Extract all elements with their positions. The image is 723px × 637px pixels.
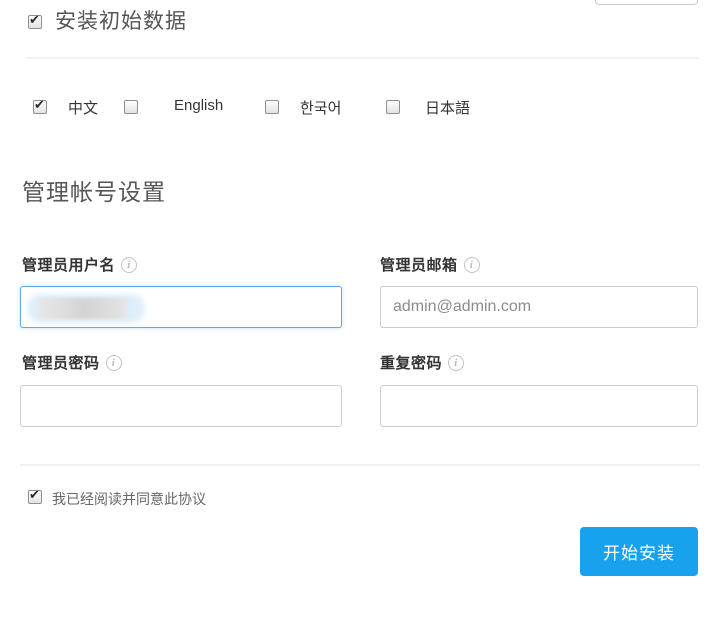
check-icon: ✔ <box>29 13 40 27</box>
info-icon[interactable]: i <box>464 257 480 273</box>
info-icon[interactable]: i <box>448 355 464 371</box>
check-icon: ✔ <box>34 98 45 112</box>
language-checkbox-ja[interactable] <box>386 100 400 114</box>
repeat-password-label: 重复密码 i <box>380 352 464 373</box>
language-label-en: English <box>174 97 223 114</box>
language-label-ko: 한국어 <box>300 97 341 118</box>
install-initial-data-label: 安装初始数据 <box>55 5 187 35</box>
divider-top <box>26 57 699 59</box>
admin-password-input[interactable] <box>20 385 342 427</box>
admin-username-label: 管理员用户名 i <box>22 254 137 275</box>
start-install-button[interactable]: 开始安装 <box>580 527 698 576</box>
language-label-ja: 日本語 <box>425 97 470 118</box>
admin-email-input[interactable] <box>380 286 698 328</box>
admin-username-input[interactable] <box>20 286 342 328</box>
language-checkbox-ko[interactable] <box>265 100 279 114</box>
admin-password-label-text: 管理员密码 <box>22 352 100 373</box>
admin-section-title: 管理帐号设置 <box>22 173 166 207</box>
install-initial-data-checkbox[interactable]: ✔ <box>28 15 42 29</box>
repeat-password-input[interactable] <box>380 385 698 427</box>
admin-username-label-text: 管理员用户名 <box>22 254 115 275</box>
language-checkbox-en[interactable] <box>124 100 138 114</box>
repeat-password-label-text: 重复密码 <box>380 352 442 373</box>
language-checkbox-zh[interactable]: ✔ <box>33 100 47 114</box>
top-partial-input[interactable] <box>595 0 698 5</box>
info-icon[interactable]: i <box>106 355 122 371</box>
info-icon[interactable]: i <box>121 257 137 273</box>
divider-bottom <box>20 464 700 466</box>
check-icon: ✔ <box>29 488 40 502</box>
admin-password-label: 管理员密码 i <box>22 352 122 373</box>
agreement-checkbox[interactable]: ✔ <box>28 490 42 504</box>
admin-email-label-text: 管理员邮箱 <box>380 254 458 275</box>
agreement-label: 我已经阅读并同意此协议 <box>52 489 206 509</box>
install-wizard-page: ✔ 安装初始数据 ✔ 中文 English 한국어 日本語 管理帐号设置 管理员… <box>0 0 723 637</box>
language-label-zh: 中文 <box>68 97 98 118</box>
admin-email-label: 管理员邮箱 i <box>380 254 480 275</box>
